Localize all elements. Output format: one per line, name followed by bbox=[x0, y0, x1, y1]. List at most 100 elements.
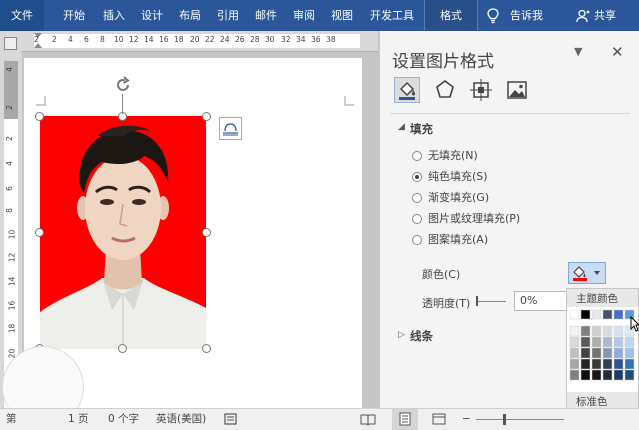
language-indicator[interactable]: 英语(美国) bbox=[156, 409, 206, 430]
pane-options-chevron-icon[interactable]: ▼ bbox=[574, 45, 582, 58]
color-swatch[interactable] bbox=[613, 347, 624, 359]
color-swatch[interactable] bbox=[591, 347, 602, 359]
resize-handle[interactable] bbox=[35, 112, 44, 121]
fill-line-icon[interactable] bbox=[394, 77, 420, 103]
lightbulb-icon[interactable] bbox=[487, 0, 499, 31]
color-swatch[interactable] bbox=[624, 347, 635, 359]
tab-mailings[interactable]: 邮件 bbox=[248, 0, 284, 31]
radio-no-fill[interactable]: 无填充(N) bbox=[412, 148, 478, 164]
tab-layout[interactable]: 布局 bbox=[172, 0, 208, 31]
rotate-handle-stem bbox=[122, 94, 123, 114]
tab-insert[interactable]: 插入 bbox=[96, 0, 132, 31]
color-swatch[interactable] bbox=[602, 369, 613, 381]
layout-properties-icon[interactable] bbox=[468, 77, 494, 103]
color-swatch[interactable] bbox=[602, 325, 613, 337]
color-swatch[interactable] bbox=[569, 369, 580, 381]
radio-gradient-fill[interactable]: 渐变填充(G) bbox=[412, 190, 489, 206]
expand-triangle-icon[interactable]: ▷ bbox=[398, 330, 405, 340]
color-swatch[interactable] bbox=[580, 336, 591, 348]
transparency-slider-track[interactable] bbox=[476, 301, 506, 302]
collapse-triangle-icon[interactable]: ◢ bbox=[398, 122, 405, 132]
resize-handle[interactable] bbox=[202, 112, 211, 121]
color-swatch[interactable] bbox=[591, 358, 602, 370]
color-swatch[interactable] bbox=[613, 309, 624, 320]
picture-icon[interactable] bbox=[504, 77, 530, 103]
color-swatch[interactable] bbox=[569, 325, 580, 337]
tab-developer[interactable]: 开发工具 bbox=[364, 0, 420, 31]
resize-handle[interactable] bbox=[35, 228, 44, 237]
ruler-tick: 14 bbox=[7, 276, 17, 287]
radio-pattern-fill[interactable]: 图案填充(A) bbox=[412, 232, 488, 248]
transparency-input[interactable]: 0% bbox=[514, 291, 570, 311]
color-swatch[interactable] bbox=[624, 369, 635, 381]
line-section-header[interactable]: 线条 bbox=[410, 328, 433, 344]
color-swatch[interactable] bbox=[591, 369, 602, 381]
radio-button[interactable] bbox=[412, 151, 422, 161]
selected-picture[interactable] bbox=[40, 116, 206, 349]
tab-review[interactable]: 审阅 bbox=[286, 0, 322, 31]
fill-color-button[interactable] bbox=[568, 262, 606, 284]
color-swatch[interactable] bbox=[580, 358, 591, 370]
color-swatch[interactable] bbox=[613, 369, 624, 381]
color-swatch[interactable] bbox=[591, 336, 602, 348]
zoom-out-icon[interactable]: − bbox=[462, 409, 471, 430]
resize-handle[interactable] bbox=[202, 344, 211, 353]
color-swatch[interactable] bbox=[602, 336, 613, 348]
tab-selector-icon[interactable] bbox=[4, 37, 17, 50]
rotate-handle-icon[interactable] bbox=[114, 76, 132, 97]
color-swatch[interactable] bbox=[591, 325, 602, 337]
color-swatch[interactable] bbox=[613, 325, 624, 337]
ruler-tick: 20 bbox=[190, 35, 200, 44]
tab-view[interactable]: 视图 bbox=[324, 0, 360, 31]
tab-references[interactable]: 引用 bbox=[210, 0, 246, 31]
color-swatch[interactable] bbox=[602, 358, 613, 370]
effects-icon[interactable] bbox=[432, 77, 458, 103]
page-number-indicator[interactable]: 第 bbox=[6, 409, 17, 430]
radio-picture-texture-fill[interactable]: 图片或纹理填充(P) bbox=[412, 211, 520, 227]
read-mode-icon[interactable] bbox=[360, 409, 376, 430]
page-count[interactable]: 1 页 bbox=[68, 409, 89, 430]
radio-solid-fill[interactable]: 纯色填充(S) bbox=[412, 169, 488, 185]
ruler-tick: 6 bbox=[4, 186, 14, 191]
color-swatch[interactable] bbox=[580, 369, 591, 381]
macro-recording-icon[interactable] bbox=[224, 409, 238, 430]
tab-file[interactable]: 文件 bbox=[0, 0, 44, 31]
tab-home[interactable]: 开始 bbox=[56, 0, 92, 31]
color-swatch[interactable] bbox=[613, 336, 624, 348]
resize-handle[interactable] bbox=[118, 344, 127, 353]
color-swatch[interactable] bbox=[580, 347, 591, 359]
color-swatch[interactable] bbox=[602, 309, 613, 320]
layout-options-icon[interactable] bbox=[219, 117, 242, 140]
radio-button[interactable] bbox=[412, 235, 422, 245]
color-swatch[interactable] bbox=[591, 309, 602, 320]
fill-section-header[interactable]: 填充 bbox=[410, 121, 433, 137]
color-swatch[interactable] bbox=[569, 336, 580, 348]
print-layout-icon[interactable] bbox=[392, 409, 418, 430]
color-swatch[interactable] bbox=[580, 309, 591, 320]
color-swatch[interactable] bbox=[580, 325, 591, 337]
web-layout-icon[interactable] bbox=[432, 409, 446, 430]
color-swatch[interactable] bbox=[613, 358, 624, 370]
tab-design[interactable]: 设计 bbox=[134, 0, 170, 31]
tell-me-button[interactable]: 告诉我 bbox=[510, 0, 543, 31]
radio-button-selected[interactable] bbox=[412, 172, 422, 182]
radio-button[interactable] bbox=[412, 214, 422, 224]
color-swatch[interactable] bbox=[569, 358, 580, 370]
transparency-slider-thumb[interactable] bbox=[476, 296, 478, 306]
tab-format[interactable]: 格式 bbox=[424, 0, 478, 31]
color-swatch[interactable] bbox=[569, 309, 580, 320]
share-user-icon[interactable] bbox=[576, 0, 590, 31]
color-swatch[interactable] bbox=[602, 347, 613, 359]
color-swatch[interactable] bbox=[569, 347, 580, 359]
word-count[interactable]: 0 个字 bbox=[108, 409, 139, 430]
color-swatch[interactable] bbox=[624, 336, 635, 348]
radio-button[interactable] bbox=[412, 193, 422, 203]
close-icon[interactable]: ✕ bbox=[611, 43, 624, 61]
ruler-tick: 24 bbox=[220, 35, 230, 44]
resize-handle[interactable] bbox=[202, 228, 211, 237]
zoom-slider-thumb[interactable] bbox=[503, 414, 506, 425]
ruler-tick: 4 bbox=[68, 35, 73, 44]
zoom-slider-track[interactable] bbox=[476, 419, 564, 420]
share-button[interactable]: 共享 bbox=[594, 0, 616, 31]
color-swatch[interactable] bbox=[624, 358, 635, 370]
